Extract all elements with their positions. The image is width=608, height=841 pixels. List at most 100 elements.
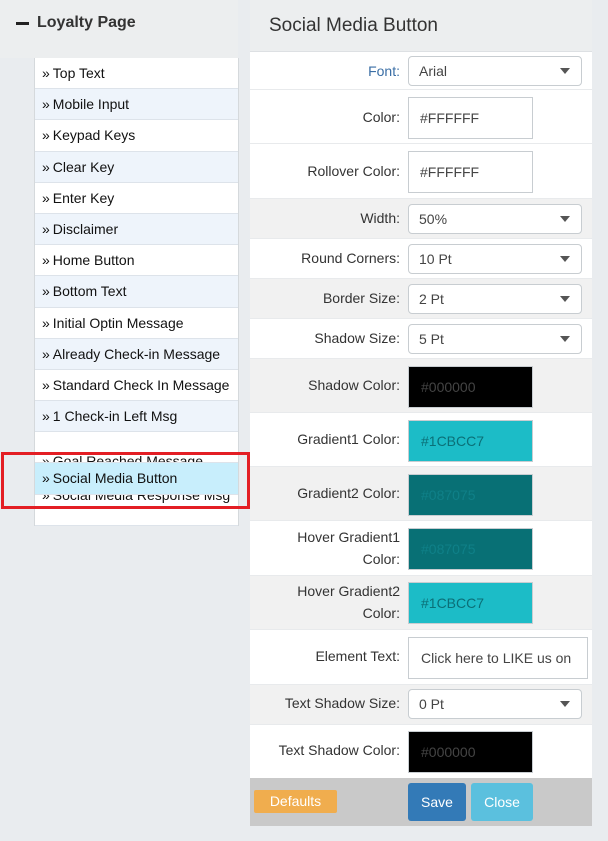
sidebar-item-label: Social Media Button: [52, 470, 178, 487]
sidebar: Loyalty Page » Top Text » Mobile Input » Ke…: [0, 0, 239, 841]
shadow-color-swatch[interactable]: #000000: [408, 366, 533, 408]
sidebar-item-enter-key[interactable]: » Enter Key: [35, 183, 238, 214]
rollover-color-label: Rollover Color:: [307, 163, 400, 179]
sidebar-item-social-media-response-msg[interactable]: » Social Media Response Msg: [35, 495, 238, 526]
hover-gradient2-color-swatch[interactable]: #1CBCC7: [408, 582, 533, 624]
chevron-right-icon: »: [42, 345, 50, 362]
chevron-right-icon: »: [42, 283, 50, 300]
sidebar-item-label: Social Media Response Msg: [52, 494, 231, 503]
font-label[interactable]: Font:: [368, 60, 400, 82]
sidebar-item-mobile-input[interactable]: » Mobile Input: [35, 89, 238, 121]
shadow-color-row: Shadow Color: #000000: [250, 359, 592, 413]
gradient2-color-row: Gradient2 Color: #087075: [250, 467, 592, 521]
sidebar-item-initial-optin-message[interactable]: » Initial Optin Message: [35, 308, 238, 339]
sidebar-item-social-media-button[interactable]: » Social Media Button: [35, 463, 238, 495]
save-button[interactable]: Save: [408, 783, 466, 821]
sidebar-item-clear-key[interactable]: » Clear Key: [35, 151, 238, 183]
sidebar-item-1-check-in-left-msg[interactable]: » 1 Check-in Left Msg: [35, 401, 238, 433]
sidebar-item-label: Standard Check In Message: [52, 376, 230, 393]
caret-down-icon: [560, 701, 570, 707]
font-row: Font: Arial: [250, 52, 592, 90]
font-select[interactable]: Arial: [408, 56, 582, 86]
rollover-color-row: Rollover Color: #FFFFFF: [250, 144, 592, 199]
color-label: Color:: [362, 109, 400, 125]
sidebar-item-bottom-text[interactable]: » Bottom Text: [35, 276, 238, 308]
border-size-row: Border Size: 2 Pt: [250, 279, 592, 319]
hover-gradient2-color-row: Hover Gradient2 Color: #1CBCC7: [250, 576, 592, 630]
defaults-button[interactable]: Defaults: [254, 790, 337, 813]
panel-title: Social Media Button: [269, 15, 438, 36]
text-shadow-color-label: Text Shadow Color:: [278, 742, 400, 758]
chevron-right-icon: »: [42, 96, 50, 113]
round-corners-select-value: 10 Pt: [419, 251, 452, 267]
border-size-select[interactable]: 2 Pt: [408, 284, 582, 314]
text-shadow-size-select-value: 0 Pt: [419, 696, 444, 712]
width-label: Width:: [360, 210, 400, 226]
color-row: Color: #FFFFFF: [250, 90, 592, 144]
sidebar-item-goal-reached-message[interactable]: » Goal Reached Message: [35, 432, 238, 464]
chevron-right-icon: »: [42, 158, 50, 175]
hover-gradient2-color-label: Hover Gradient2 Color:: [297, 583, 400, 621]
color-input[interactable]: #FFFFFF: [408, 97, 533, 139]
shadow-size-label: Shadow Size:: [314, 330, 400, 346]
rollover-color-input[interactable]: #FFFFFF: [408, 151, 533, 193]
text-shadow-color-row: Text Shadow Color: #000000: [250, 725, 592, 778]
sidebar-item-label: Initial Optin Message: [52, 314, 184, 331]
width-select-value: 50%: [419, 211, 448, 227]
width-select[interactable]: 50%: [408, 204, 582, 234]
chevron-right-icon: »: [42, 220, 50, 237]
hover-gradient1-color-swatch[interactable]: #087075: [408, 528, 533, 570]
chevron-right-icon: »: [42, 65, 50, 81]
sidebar-section-title: Loyalty Page: [37, 14, 136, 31]
shadow-color-label: Shadow Color:: [308, 377, 400, 393]
sidebar-footer-area: [0, 528, 238, 841]
border-size-select-value: 2 Pt: [419, 291, 444, 307]
gradient1-color-row: Gradient1 Color: #1CBCC7: [250, 413, 592, 467]
close-button[interactable]: Close: [471, 783, 533, 821]
element-text-row: Element Text: Click here to LIKE us on: [250, 630, 592, 685]
text-shadow-size-select[interactable]: 0 Pt: [408, 689, 582, 719]
caret-down-icon: [560, 336, 570, 342]
sidebar-item-label: Keypad Keys: [52, 127, 136, 144]
border-size-label: Border Size:: [322, 290, 400, 306]
chevron-right-icon: »: [42, 252, 50, 269]
sidebar-item-top-text[interactable]: » Top Text: [35, 58, 238, 90]
panel-footer: Defaults Save Close: [250, 778, 592, 826]
chevron-right-icon: »: [42, 408, 50, 425]
round-corners-row: Round Corners: 10 Pt: [250, 239, 592, 279]
gradient1-color-swatch[interactable]: #1CBCC7: [408, 420, 533, 462]
element-text-input[interactable]: Click here to LIKE us on: [408, 637, 588, 679]
sidebar-item-keypad-keys[interactable]: » Keypad Keys: [35, 120, 238, 152]
chevron-right-icon: »: [42, 127, 50, 144]
sidebar-item-label: Bottom Text: [52, 283, 127, 300]
sidebar-item-label: Clear Key: [52, 158, 115, 175]
sidebar-item-already-check-in-message[interactable]: » Already Check-in Message: [35, 338, 238, 370]
caret-down-icon: [560, 256, 570, 262]
gradient2-color-swatch[interactable]: #087075: [408, 474, 533, 516]
shadow-size-select[interactable]: 5 Pt: [408, 324, 582, 354]
round-corners-select[interactable]: 10 Pt: [408, 244, 582, 274]
round-corners-label: Round Corners:: [301, 250, 400, 266]
text-shadow-size-row: Text Shadow Size: 0 Pt: [250, 685, 592, 725]
sidebar-item-label: Top Text: [52, 65, 105, 81]
sidebar-header: Loyalty Page: [0, 0, 238, 58]
font-select-value: Arial: [419, 63, 448, 79]
settings-panel: Social Media Button Font: Arial Color: #…: [250, 0, 592, 826]
text-shadow-color-swatch[interactable]: #000000: [408, 731, 533, 773]
caret-down-icon: [560, 68, 570, 74]
sidebar-item-label: Disclaimer: [52, 220, 119, 237]
hover-gradient1-color-label: Hover Gradient1 Color:: [297, 529, 400, 567]
chevron-right-icon: »: [42, 453, 50, 464]
gradient1-color-label: Gradient1 Color:: [297, 431, 400, 447]
caret-down-icon: [560, 216, 570, 222]
sidebar-item-label: Already Check-in Message: [52, 345, 221, 362]
sidebar-item-label: 1 Check-in Left Msg: [52, 408, 178, 425]
sidebar-item-disclaimer[interactable]: » Disclaimer: [35, 213, 238, 246]
gradient2-color-label: Gradient2 Color:: [297, 485, 400, 501]
sidebar-item-standard-check-in-message[interactable]: » Standard Check In Message: [35, 370, 238, 402]
chevron-right-icon: »: [42, 494, 50, 503]
minus-icon[interactable]: [16, 21, 29, 25]
chevron-right-icon: »: [42, 376, 50, 393]
sidebar-item-home-button[interactable]: » Home Button: [35, 245, 238, 277]
sidebar-section-toggle[interactable]: Loyalty Page: [16, 14, 136, 32]
